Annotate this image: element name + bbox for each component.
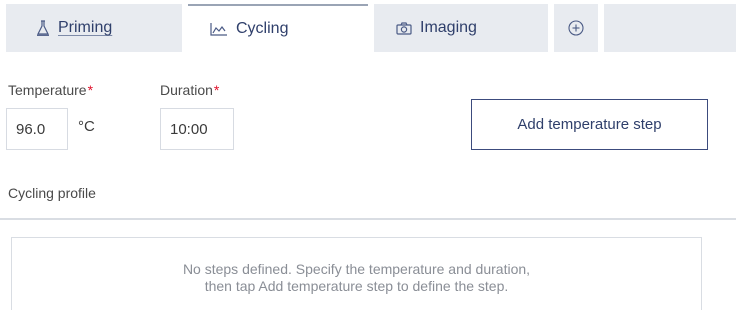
temperature-label-text: Temperature: [8, 82, 87, 98]
plus-circle-icon: [568, 20, 584, 36]
temperature-input[interactable]: 96.0: [6, 108, 68, 150]
flask-icon: [36, 20, 50, 36]
divider: [0, 218, 736, 220]
duration-label: Duration*: [160, 82, 219, 98]
empty-message-line-2: then tap Add temperature step to define …: [204, 278, 509, 294]
tab-bar: Priming Cycling Imaging: [0, 0, 736, 52]
add-tab-button[interactable]: [554, 4, 598, 52]
graph-icon: [210, 22, 228, 36]
empty-message-line-1: No steps defined. Specify the temperatur…: [182, 261, 531, 277]
required-mark: *: [213, 82, 220, 98]
tab-cycling[interactable]: Cycling: [188, 4, 368, 52]
required-mark: *: [87, 82, 94, 98]
camera-icon: [396, 21, 412, 35]
temperature-label: Temperature*: [8, 82, 93, 98]
tab-cycling-label: Cycling: [236, 20, 289, 37]
tab-bar-filler: [604, 4, 736, 52]
tab-imaging[interactable]: Imaging: [374, 4, 548, 52]
tab-priming[interactable]: Priming: [6, 4, 182, 52]
duration-input[interactable]: 10:00: [160, 108, 234, 150]
tab-imaging-label: Imaging: [420, 19, 477, 36]
add-temperature-step-button[interactable]: Add temperature step: [471, 99, 708, 150]
tab-priming-label: Priming: [58, 19, 113, 36]
cycling-profile-empty-state: No steps defined. Specify the temperatur…: [11, 237, 702, 310]
cycling-profile-title: Cycling profile: [8, 185, 96, 201]
temperature-unit: °C: [78, 118, 95, 135]
duration-label-text: Duration: [160, 82, 213, 98]
